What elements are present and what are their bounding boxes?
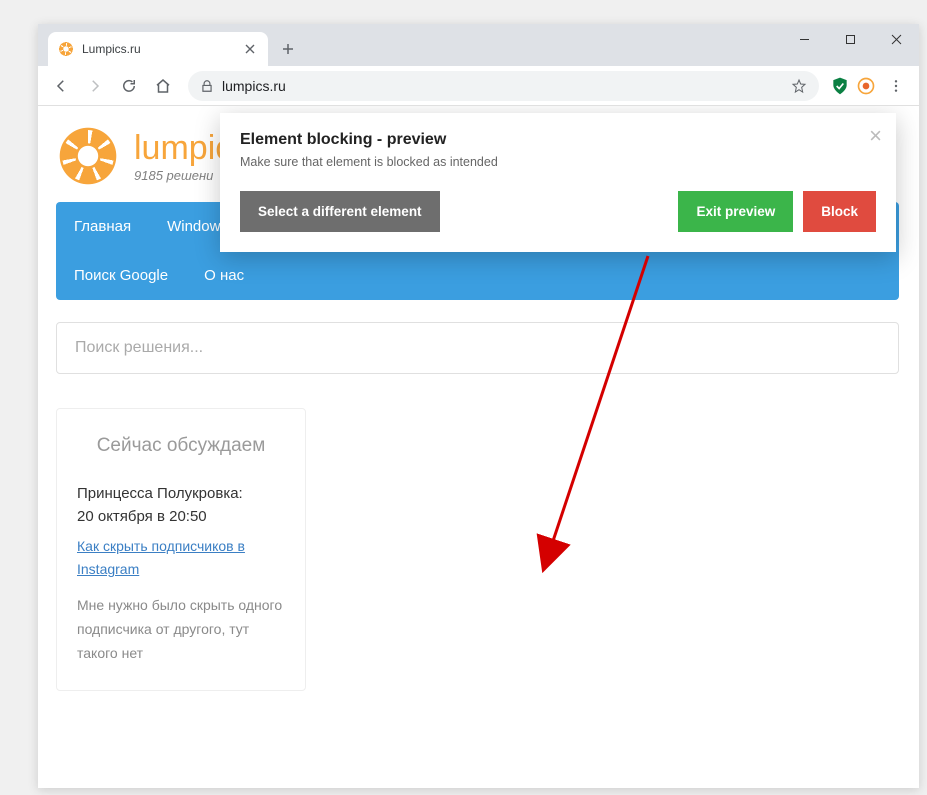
element-blocking-dialog: × Element blocking - preview Make sure t… xyxy=(220,113,896,252)
block-button[interactable]: Block xyxy=(803,191,876,232)
discussion-card: Сейчас обсуждаем Принцесса Полукровка: 2… xyxy=(56,408,306,691)
comment-body: Мне нужно было скрыть одного подписчика … xyxy=(77,594,285,665)
window-controls xyxy=(781,24,919,54)
nav-item-about[interactable]: О нас xyxy=(186,251,262,300)
extension-icon[interactable] xyxy=(855,75,877,97)
new-tab-button[interactable] xyxy=(274,35,302,63)
select-different-element-button[interactable]: Select a different element xyxy=(240,191,440,232)
menu-button[interactable] xyxy=(881,71,911,101)
dialog-title: Element blocking - preview xyxy=(240,131,876,149)
close-window-button[interactable] xyxy=(873,24,919,54)
close-tab-icon[interactable] xyxy=(242,41,258,57)
address-text: lumpics.ru xyxy=(222,78,783,94)
tab-title: Lumpics.ru xyxy=(82,42,234,56)
browser-window: Lumpics.ru lumpics.ru xyxy=(38,24,919,788)
minimize-button[interactable] xyxy=(781,24,827,54)
comment-link[interactable]: Как скрыть подписчиков в Instagram xyxy=(77,535,285,583)
browser-toolbar: lumpics.ru xyxy=(38,66,919,106)
maximize-button[interactable] xyxy=(827,24,873,54)
discussion-heading: Сейчас обсуждаем xyxy=(77,433,285,459)
home-button[interactable] xyxy=(148,71,178,101)
dialog-subtitle: Make sure that element is blocked as int… xyxy=(240,155,876,169)
nav-item-google-search[interactable]: Поиск Google xyxy=(56,251,186,300)
comment-date: 20 октября в 20:50 xyxy=(77,508,285,525)
dialog-close-icon[interactable]: × xyxy=(869,125,882,147)
search-box xyxy=(56,322,899,374)
titlebar: Lumpics.ru xyxy=(38,24,919,66)
comment-author: Принцесса Полукровка: xyxy=(77,485,285,502)
site-logo-icon[interactable] xyxy=(56,124,120,188)
bookmark-star-icon[interactable] xyxy=(791,78,807,94)
adblock-extension-icon[interactable] xyxy=(829,75,851,97)
viewport: lumpics.ru 9185 решени Главная Window По… xyxy=(38,106,919,788)
reload-button[interactable] xyxy=(114,71,144,101)
forward-button[interactable] xyxy=(80,71,110,101)
search-input[interactable] xyxy=(75,339,880,357)
back-button[interactable] xyxy=(46,71,76,101)
favicon-icon xyxy=(58,41,74,57)
dialog-actions: Select a different element Exit preview … xyxy=(240,191,876,232)
address-bar[interactable]: lumpics.ru xyxy=(188,71,819,101)
exit-preview-button[interactable]: Exit preview xyxy=(678,191,793,232)
lock-icon xyxy=(200,79,214,93)
browser-tab[interactable]: Lumpics.ru xyxy=(48,32,268,66)
nav-item-home[interactable]: Главная xyxy=(56,202,149,251)
